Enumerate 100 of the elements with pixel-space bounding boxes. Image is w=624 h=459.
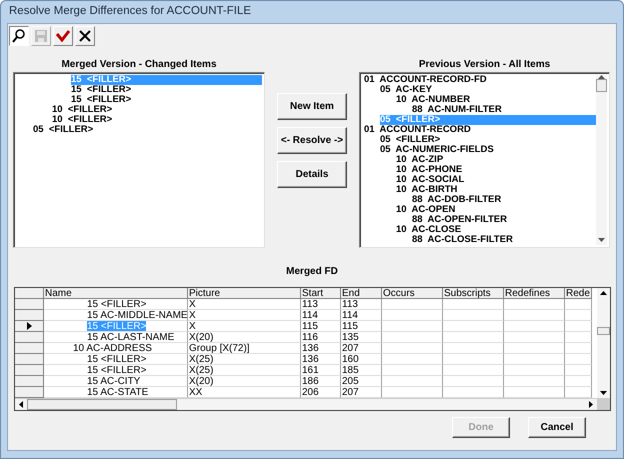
table-cell <box>382 332 443 343</box>
list-item[interactable]: 05 AC-NUMERIC-FIELDS <box>380 145 494 155</box>
table-cell: 114 <box>341 310 382 321</box>
checkmark-icon <box>55 28 71 44</box>
table-cell <box>504 310 565 321</box>
column-header[interactable]: Subscripts <box>443 288 504 299</box>
search-icon <box>11 28 27 44</box>
name-text: 15 AC-CITY <box>87 376 140 386</box>
list-item[interactable]: 15 <FILLER> <box>71 95 132 105</box>
arrow-right-icon[interactable] <box>589 401 593 408</box>
table-cell: X(20) <box>188 376 301 387</box>
table-cell: Group [X(72)] <box>188 343 301 354</box>
arrow-up-icon[interactable] <box>600 291 607 295</box>
scrollbar-thumb[interactable] <box>596 79 607 92</box>
table-cell <box>565 310 592 321</box>
list-item[interactable]: 10 AC-PHONE <box>396 165 462 175</box>
table-cell <box>504 332 565 343</box>
list-item[interactable]: 05 AC-KEY <box>380 85 432 95</box>
table-cell <box>443 321 504 332</box>
list-item[interactable]: 10 AC-BIRTH <box>396 185 458 195</box>
name-text: 15 AC-LAST-NAME <box>87 332 174 342</box>
vertical-scrollbar[interactable] <box>597 288 610 398</box>
horizontal-scrollbar[interactable] <box>15 398 610 410</box>
list-item[interactable]: 88 AC-OPEN-FILTER <box>412 215 508 225</box>
list-item[interactable]: 10 AC-OPEN <box>396 205 456 215</box>
window-title: Resolve Merge Differences for ACCOUNT-FILE <box>9 4 252 20</box>
table-cell: 116 <box>301 332 341 343</box>
list-item[interactable]: 05 <FILLER> <box>380 135 440 145</box>
name-text: 15 <FILLER> <box>87 354 146 364</box>
table-cell <box>504 365 565 376</box>
table-cell <box>565 332 592 343</box>
table-cell <box>565 321 592 332</box>
table-cell <box>382 354 443 365</box>
list-item[interactable]: 10 AC-NUMBER <box>396 95 470 105</box>
column-header[interactable]: Name <box>44 288 188 299</box>
table-cell: 205 <box>341 376 382 387</box>
table-cell <box>443 332 504 343</box>
table-cell <box>443 365 504 376</box>
table-cell: 115 <box>341 321 382 332</box>
name-text: 15 <FILLER> <box>87 365 146 375</box>
list-item[interactable]: 88 AC-DOB-FILTER <box>412 195 502 205</box>
list-item[interactable]: 88 AC-CLOSE-FILTER <box>412 235 513 245</box>
dialog-button[interactable]: Cancel <box>528 417 586 438</box>
table-cell <box>565 343 592 354</box>
column-header[interactable]: Rede <box>565 288 592 299</box>
arrow-down-icon[interactable] <box>600 391 607 395</box>
arrow-down-icon[interactable] <box>598 238 605 242</box>
list-item[interactable]: 88 AC-NUM-FILTER <box>412 105 502 115</box>
table-cell: 186 <box>301 376 341 387</box>
table-cell: X(25) <box>188 365 301 376</box>
action-button[interactable]: <- Resolve -> <box>277 127 347 154</box>
name-text: 15 AC-MIDDLE-NAME <box>87 310 187 320</box>
table-cell <box>382 343 443 354</box>
name-text: 10 AC-ADDRESS <box>73 343 152 353</box>
table-cell: 114 <box>301 310 341 321</box>
table-cell: 207 <box>341 343 382 354</box>
column-header[interactable]: Redefines <box>504 288 565 299</box>
table-cell: 115 <box>301 321 341 332</box>
table-cell: X(20) <box>188 332 301 343</box>
action-button[interactable]: Details <box>277 161 347 188</box>
list-item[interactable]: 01 ACCOUNT-RECORD-FD <box>364 75 487 85</box>
list-item[interactable]: 01 ACCOUNT-RECORD <box>364 125 471 135</box>
arrow-left-icon[interactable] <box>19 401 23 408</box>
list-item[interactable]: 15 <FILLER> <box>71 85 132 95</box>
table-cell <box>382 310 443 321</box>
toolbar-button[interactable] <box>9 26 29 46</box>
list-item[interactable]: 10 <FILLER> <box>52 105 112 115</box>
column-header[interactable]: End <box>341 288 382 299</box>
table-cell: X <box>188 299 301 310</box>
scrollbar-thumb[interactable] <box>27 399 177 410</box>
table-cell: X <box>188 321 301 332</box>
table-cell <box>504 354 565 365</box>
merged-items-list[interactable]: 15 <FILLER> 15 <FILLER> 15 <FILLER> 10 <FILLER> 10 <FILLER> 05 <FILLER> <box>13 72 265 248</box>
column-header[interactable]: Start <box>301 288 341 299</box>
list-item[interactable]: 10 AC-SOCIAL <box>396 175 464 185</box>
table-cell <box>565 299 592 310</box>
table-cell: 136 <box>301 343 341 354</box>
scrollbar-thumb[interactable] <box>597 326 610 334</box>
list-item[interactable]: 05 <FILLER> <box>33 125 94 135</box>
name-text: 15 <FILLER> <box>87 299 146 309</box>
row-header[interactable] <box>15 321 44 332</box>
column-header[interactable]: Occurs <box>382 288 443 299</box>
table-cell <box>443 343 504 354</box>
table-cell: 160 <box>341 354 382 365</box>
list-item[interactable]: 10 AC-CLOSE <box>396 225 462 235</box>
table-cell: 113 <box>341 299 382 310</box>
table-cell <box>565 365 592 376</box>
table-cell <box>382 365 443 376</box>
arrow-up-icon[interactable] <box>598 75 605 79</box>
list-item[interactable]: 10 <FILLER> <box>52 115 112 125</box>
corner-header <box>15 288 44 299</box>
column-header[interactable]: Picture <box>188 288 301 299</box>
current-row-icon <box>26 322 32 330</box>
list-item[interactable]: 10 AC-ZIP <box>396 155 444 165</box>
previous-items-list[interactable] <box>359 72 610 248</box>
name-text: 15 <FILLER> <box>87 321 146 331</box>
table-cell: 113 <box>301 299 341 310</box>
table-cell: 185 <box>341 365 382 376</box>
action-button[interactable]: New Item <box>277 93 347 120</box>
vertical-scrollbar[interactable] <box>596 75 607 245</box>
